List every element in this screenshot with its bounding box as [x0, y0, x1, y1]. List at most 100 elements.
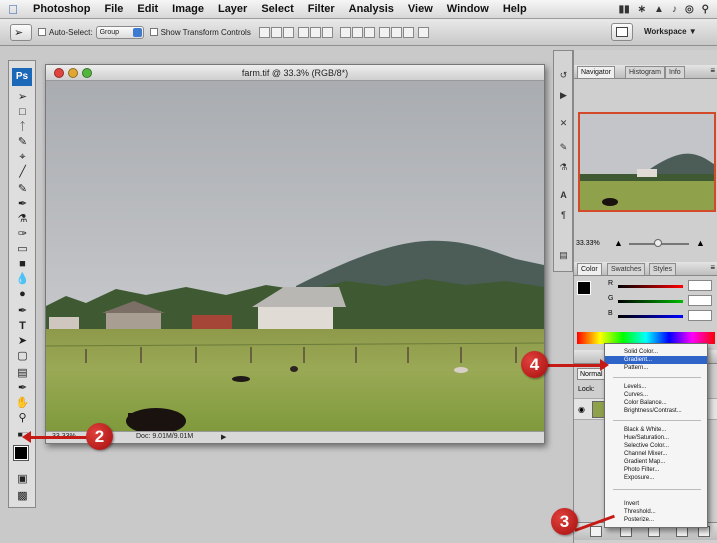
menu-layer[interactable]: Layer: [211, 3, 254, 15]
menu-select[interactable]: Select: [254, 3, 300, 15]
menu-file[interactable]: File: [97, 3, 130, 15]
menu-filter[interactable]: Filter: [301, 3, 342, 15]
b-slider[interactable]: [618, 315, 683, 318]
quick-selection-tool-icon[interactable]: ✎: [14, 135, 31, 149]
clone-stamp-tool-icon[interactable]: ⚗: [14, 212, 31, 226]
navigator-preview[interactable]: [578, 112, 716, 212]
move-tool-preset-button[interactable]: ➢: [10, 23, 32, 41]
menu-item-photo-filter[interactable]: Photo Filter...: [605, 466, 707, 474]
layer-comps-icon[interactable]: ▤: [557, 249, 570, 262]
foreground-color-swatch[interactable]: [13, 445, 29, 461]
gradient-tool-icon[interactable]: ■: [14, 257, 31, 271]
show-transform-checkbox[interactable]: [149, 28, 158, 36]
type-tool-icon[interactable]: T: [14, 319, 31, 333]
tab-navigator[interactable]: Navigator: [577, 66, 615, 78]
distribute-vcenter-icon[interactable]: [351, 26, 363, 38]
tools-presets-icon[interactable]: ✕: [557, 117, 570, 130]
brushes-panel-icon[interactable]: ✎: [557, 141, 570, 154]
notes-tool-icon[interactable]: ▤: [14, 366, 31, 380]
menu-item-gradient[interactable]: Gradient...: [605, 356, 707, 364]
screen-mode-icon[interactable]: ▩: [14, 489, 31, 503]
panel-menu-icon[interactable]: ≡: [710, 263, 715, 272]
history-panel-icon[interactable]: ↺: [557, 69, 570, 82]
tab-histogram[interactable]: Histogram: [625, 66, 665, 78]
menu-item-selective-color[interactable]: Selective Color...: [605, 442, 707, 450]
menu-edit[interactable]: Edit: [130, 3, 165, 15]
zoom-tool-icon[interactable]: ⚲: [14, 411, 31, 425]
character-panel-icon[interactable]: A: [557, 189, 570, 202]
menu-item-invert[interactable]: Invert: [605, 500, 707, 508]
align-left-icon[interactable]: [297, 26, 309, 38]
show-transform-option[interactable]: Show Transform Controls: [149, 28, 251, 37]
auto-select-option[interactable]: Auto-Select:: [38, 28, 93, 37]
shape-tool-icon[interactable]: ▢: [14, 349, 31, 363]
menu-image[interactable]: Image: [165, 3, 211, 15]
align-vcenter-icon[interactable]: [270, 26, 282, 38]
menu-help[interactable]: Help: [496, 3, 534, 15]
apple-icon[interactable]: : [0, 2, 26, 17]
menu-item-posterize[interactable]: Posterize...: [605, 516, 707, 524]
zoom-out-icon[interactable]: ▲: [614, 238, 623, 248]
battery-icon[interactable]: ▮▮: [619, 4, 630, 15]
auto-select-dropdown[interactable]: Group: [95, 25, 144, 39]
time-machine-icon[interactable]: ◎: [685, 4, 694, 15]
clone-source-icon[interactable]: ⚗: [557, 161, 570, 174]
hand-tool-icon[interactable]: ✋: [14, 396, 31, 410]
g-slider[interactable]: [618, 300, 683, 303]
pen-tool-icon[interactable]: ✒: [14, 304, 31, 318]
dodge-tool-icon[interactable]: ●: [14, 287, 31, 301]
eyedropper-tool-icon[interactable]: ✒: [14, 381, 31, 395]
panel-menu-icon[interactable]: ≡: [710, 66, 715, 75]
tab-styles[interactable]: Styles: [649, 263, 677, 275]
move-tool-icon[interactable]: ➢: [14, 90, 31, 104]
color-foreground-swatch[interactable]: [577, 281, 591, 295]
slice-tool-icon[interactable]: ╱: [14, 165, 31, 179]
menu-item-brightness-contrast[interactable]: Brightness/Contrast...: [605, 407, 707, 415]
close-icon[interactable]: [54, 68, 64, 78]
wifi-icon[interactable]: ▲: [654, 4, 664, 15]
menu-item-solid-color[interactable]: Solid Color...: [605, 348, 707, 356]
align-hcenter-icon[interactable]: [309, 26, 321, 38]
b-value-field[interactable]: [688, 310, 712, 321]
link-layers-icon[interactable]: [590, 526, 602, 537]
distribute-right-icon[interactable]: [402, 26, 414, 38]
r-value-field[interactable]: [688, 280, 712, 291]
menu-window[interactable]: Window: [440, 3, 496, 15]
navigator-zoom-value[interactable]: 33.33%: [576, 240, 600, 247]
eye-icon[interactable]: ◉: [578, 405, 585, 414]
align-bottom-icon[interactable]: [282, 26, 294, 38]
brush-tool-icon[interactable]: ✒: [14, 197, 31, 211]
menu-item-pattern[interactable]: Pattern...: [605, 364, 707, 372]
menu-item-gradient-map[interactable]: Gradient Map...: [605, 458, 707, 466]
r-slider[interactable]: [618, 285, 683, 288]
marquee-tool-icon[interactable]: □: [14, 105, 31, 119]
quick-mask-icon[interactable]: ▣: [14, 472, 31, 486]
eraser-tool-icon[interactable]: ▭: [14, 242, 31, 256]
healing-brush-tool-icon[interactable]: ✎: [14, 182, 31, 196]
align-top-icon[interactable]: [258, 26, 270, 38]
menu-item-channel-mixer[interactable]: Channel Mixer...: [605, 450, 707, 458]
bridge-button[interactable]: [611, 23, 633, 41]
auto-align-icon[interactable]: [417, 26, 429, 38]
volume-icon[interactable]: ♪: [672, 4, 677, 15]
tab-color[interactable]: Color: [577, 263, 602, 275]
history-brush-tool-icon[interactable]: ✑: [14, 227, 31, 241]
g-value-field[interactable]: [688, 295, 712, 306]
document-title-bar[interactable]: farm.tif @ 33.3% (RGB/8*): [46, 65, 544, 81]
minimize-icon[interactable]: [68, 68, 78, 78]
menu-app-name[interactable]: Photoshop: [26, 3, 97, 15]
image-canvas[interactable]: [46, 81, 544, 431]
menu-item-levels[interactable]: Levels...: [605, 383, 707, 391]
lasso-tool-icon[interactable]: ᛏ: [14, 120, 31, 134]
workspace-menu[interactable]: Workspace ▼: [644, 27, 697, 36]
align-right-icon[interactable]: [321, 26, 333, 38]
zoom-slider-thumb[interactable]: [654, 239, 662, 247]
menu-item-threshold[interactable]: Threshold...: [605, 508, 707, 516]
tab-info[interactable]: Info: [665, 66, 685, 78]
zoom-in-icon[interactable]: ▲: [696, 238, 705, 248]
distribute-top-icon[interactable]: [339, 26, 351, 38]
menu-item-color-balance[interactable]: Color Balance...: [605, 399, 707, 407]
zoom-icon[interactable]: [82, 68, 92, 78]
spotlight-icon[interactable]: ⚲: [702, 4, 709, 15]
tab-swatches[interactable]: Swatches: [607, 263, 646, 275]
